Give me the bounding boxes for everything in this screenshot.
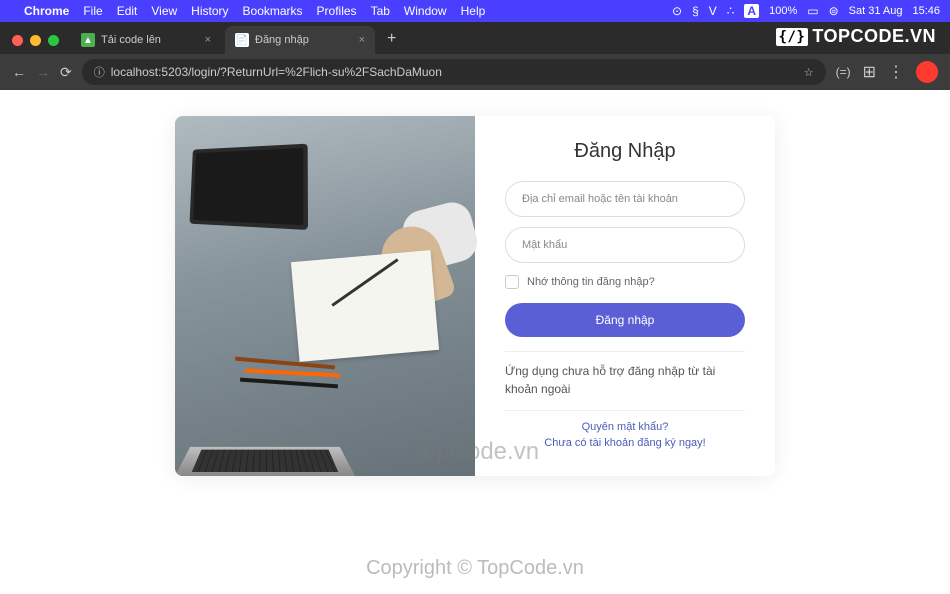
menubar-date[interactable]: Sat 31 Aug <box>849 5 903 17</box>
watermark-bottom: Copyright © TopCode.vn <box>366 557 584 580</box>
close-tab-icon[interactable]: × <box>359 34 365 46</box>
menu-app-name[interactable]: Chrome <box>24 4 69 18</box>
menu-bookmarks[interactable]: Bookmarks <box>243 4 303 18</box>
macos-menubar: Chrome File Edit View History Bookmarks … <box>0 0 950 22</box>
menubar-time[interactable]: 15:46 <box>912 5 940 17</box>
logo-icon: {/} <box>776 28 809 46</box>
browser-toolbar: ← → ⟳ ⓘ localhost:5203/login/?ReturnUrl=… <box>0 54 950 90</box>
maximize-window-button[interactable] <box>48 35 59 46</box>
login-title: Đăng Nhập <box>505 140 745 163</box>
new-tab-button[interactable]: + <box>379 30 404 54</box>
extension-icon[interactable]: (=) <box>836 65 851 79</box>
window-controls <box>8 35 67 54</box>
profile-avatar[interactable] <box>916 61 938 83</box>
wifi-icon[interactable]: ⊜ <box>829 4 839 18</box>
extensions-button[interactable]: ⊞ <box>863 62 876 82</box>
cloud-icon[interactable]: ⊙ <box>672 4 682 18</box>
register-link[interactable]: Chưa có tài khoản đăng ký ngay! <box>505 437 745 449</box>
forgot-password-link[interactable]: Quyên mật khẩu? <box>505 421 745 433</box>
bookmark-star-icon[interactable]: ☆ <box>804 66 814 79</box>
v-indicator[interactable]: V <box>709 4 717 18</box>
login-note: Ứng dụng chưa hỗ trợ đăng nhập từ tài kh… <box>505 362 745 398</box>
dots-icon[interactable]: ∴ <box>727 4 735 18</box>
login-form: Đăng Nhập Nhớ thông tin đăng nhập? Đăng … <box>475 116 775 476</box>
remember-checkbox[interactable] <box>505 275 519 289</box>
login-card: Đăng Nhập Nhớ thông tin đăng nhập? Đăng … <box>175 116 775 476</box>
browser-tab-active[interactable]: 📄 Đăng nhập × <box>225 26 375 54</box>
watermark-text: TOPCODE.VN <box>812 26 936 47</box>
a-indicator[interactable]: A <box>744 4 759 18</box>
tab-title: Đăng nhập <box>255 34 309 46</box>
menu-history[interactable]: History <box>191 4 228 18</box>
menu-help[interactable]: Help <box>461 4 486 18</box>
menu-window[interactable]: Window <box>404 4 447 18</box>
password-field[interactable] <box>505 227 745 263</box>
battery-icon: ▭ <box>807 4 818 18</box>
menu-profiles[interactable]: Profiles <box>317 4 357 18</box>
menu-file[interactable]: File <box>83 4 102 18</box>
tab-favicon-icon: ▲ <box>81 33 95 47</box>
forward-button[interactable]: → <box>36 64 50 80</box>
divider <box>505 351 745 352</box>
page-content: Đăng Nhập Nhớ thông tin đăng nhập? Đăng … <box>0 90 950 594</box>
menu-view[interactable]: View <box>151 4 177 18</box>
site-info-icon[interactable]: ⓘ <box>94 64 105 80</box>
url-text: localhost:5203/login/?ReturnUrl=%2Flich-… <box>111 65 798 79</box>
address-bar[interactable]: ⓘ localhost:5203/login/?ReturnUrl=%2Flic… <box>82 59 826 85</box>
menu-edit[interactable]: Edit <box>117 4 138 18</box>
close-window-button[interactable] <box>12 35 23 46</box>
sync-icon[interactable]: § <box>692 4 699 18</box>
tab-favicon-icon: 📄 <box>235 33 249 47</box>
minimize-window-button[interactable] <box>30 35 41 46</box>
email-field[interactable] <box>505 181 745 217</box>
watermark-logo: {/} TOPCODE.VN <box>776 26 936 47</box>
watermark-center: TopCode.vn <box>411 438 539 466</box>
login-submit-button[interactable]: Đăng nhập <box>505 303 745 337</box>
tab-title: Tải code lên <box>101 34 161 46</box>
remember-label: Nhớ thông tin đăng nhập? <box>527 276 655 288</box>
back-button[interactable]: ← <box>12 64 26 80</box>
battery-percent: 100% <box>769 5 797 17</box>
close-tab-icon[interactable]: × <box>205 34 211 46</box>
menu-tab[interactable]: Tab <box>371 4 390 18</box>
login-hero-image <box>175 116 475 476</box>
browser-tab[interactable]: ▲ Tải code lên × <box>71 26 221 54</box>
divider <box>505 410 745 411</box>
reload-button[interactable]: ⟳ <box>60 64 72 81</box>
chrome-menu-button[interactable]: ⋮ <box>888 62 904 82</box>
